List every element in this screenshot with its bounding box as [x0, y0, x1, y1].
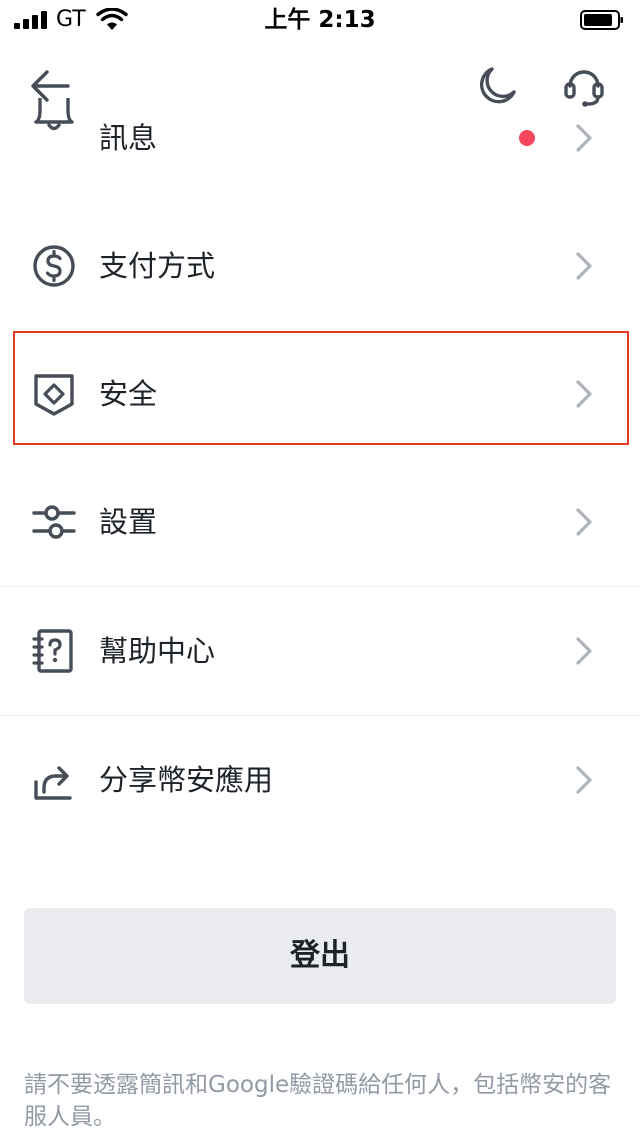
menu-item-label: 幫助中心 [99, 634, 216, 668]
menu-item-label: 分享幣安應用 [99, 763, 274, 797]
status-bar: GT 上午 2:13 [0, 0, 640, 40]
highlight-box [13, 331, 629, 445]
chevron-right-icon [576, 124, 592, 152]
menu-item-share-app[interactable]: 分享幣安應用 [0, 716, 640, 844]
menu-item-settings[interactable]: 設置 [0, 458, 640, 586]
status-time: 上午 2:13 [264, 7, 376, 33]
notification-dot [519, 130, 535, 146]
chevron-right-icon [576, 766, 592, 794]
logout-button[interactable]: 登出 [24, 908, 616, 1004]
battery-icon [580, 10, 623, 30]
menu-item-messages[interactable]: 訊息 [0, 74, 640, 202]
sliders-icon [32, 505, 76, 539]
chevron-right-icon [576, 637, 592, 665]
bell-icon [34, 98, 74, 131]
security-warning-text: 請不要透露簡訊和Google驗證碼給任何人，包括幣安的客服人員。 [24, 1072, 612, 1130]
logout-label: 登出 [290, 938, 350, 973]
chevron-right-icon [576, 252, 592, 280]
chevron-right-icon [576, 508, 592, 536]
menu-item-payment-methods[interactable]: 支付方式 [0, 202, 640, 330]
dollar-circle-icon [33, 245, 75, 287]
menu-item-label: 訊息 [99, 121, 158, 155]
share-icon [34, 766, 72, 800]
help-notebook-icon [32, 629, 73, 673]
menu-item-label: 設置 [99, 505, 158, 539]
menu-item-help-center[interactable]: 幫助中心 [0, 587, 640, 715]
menu-item-label: 支付方式 [99, 249, 216, 283]
